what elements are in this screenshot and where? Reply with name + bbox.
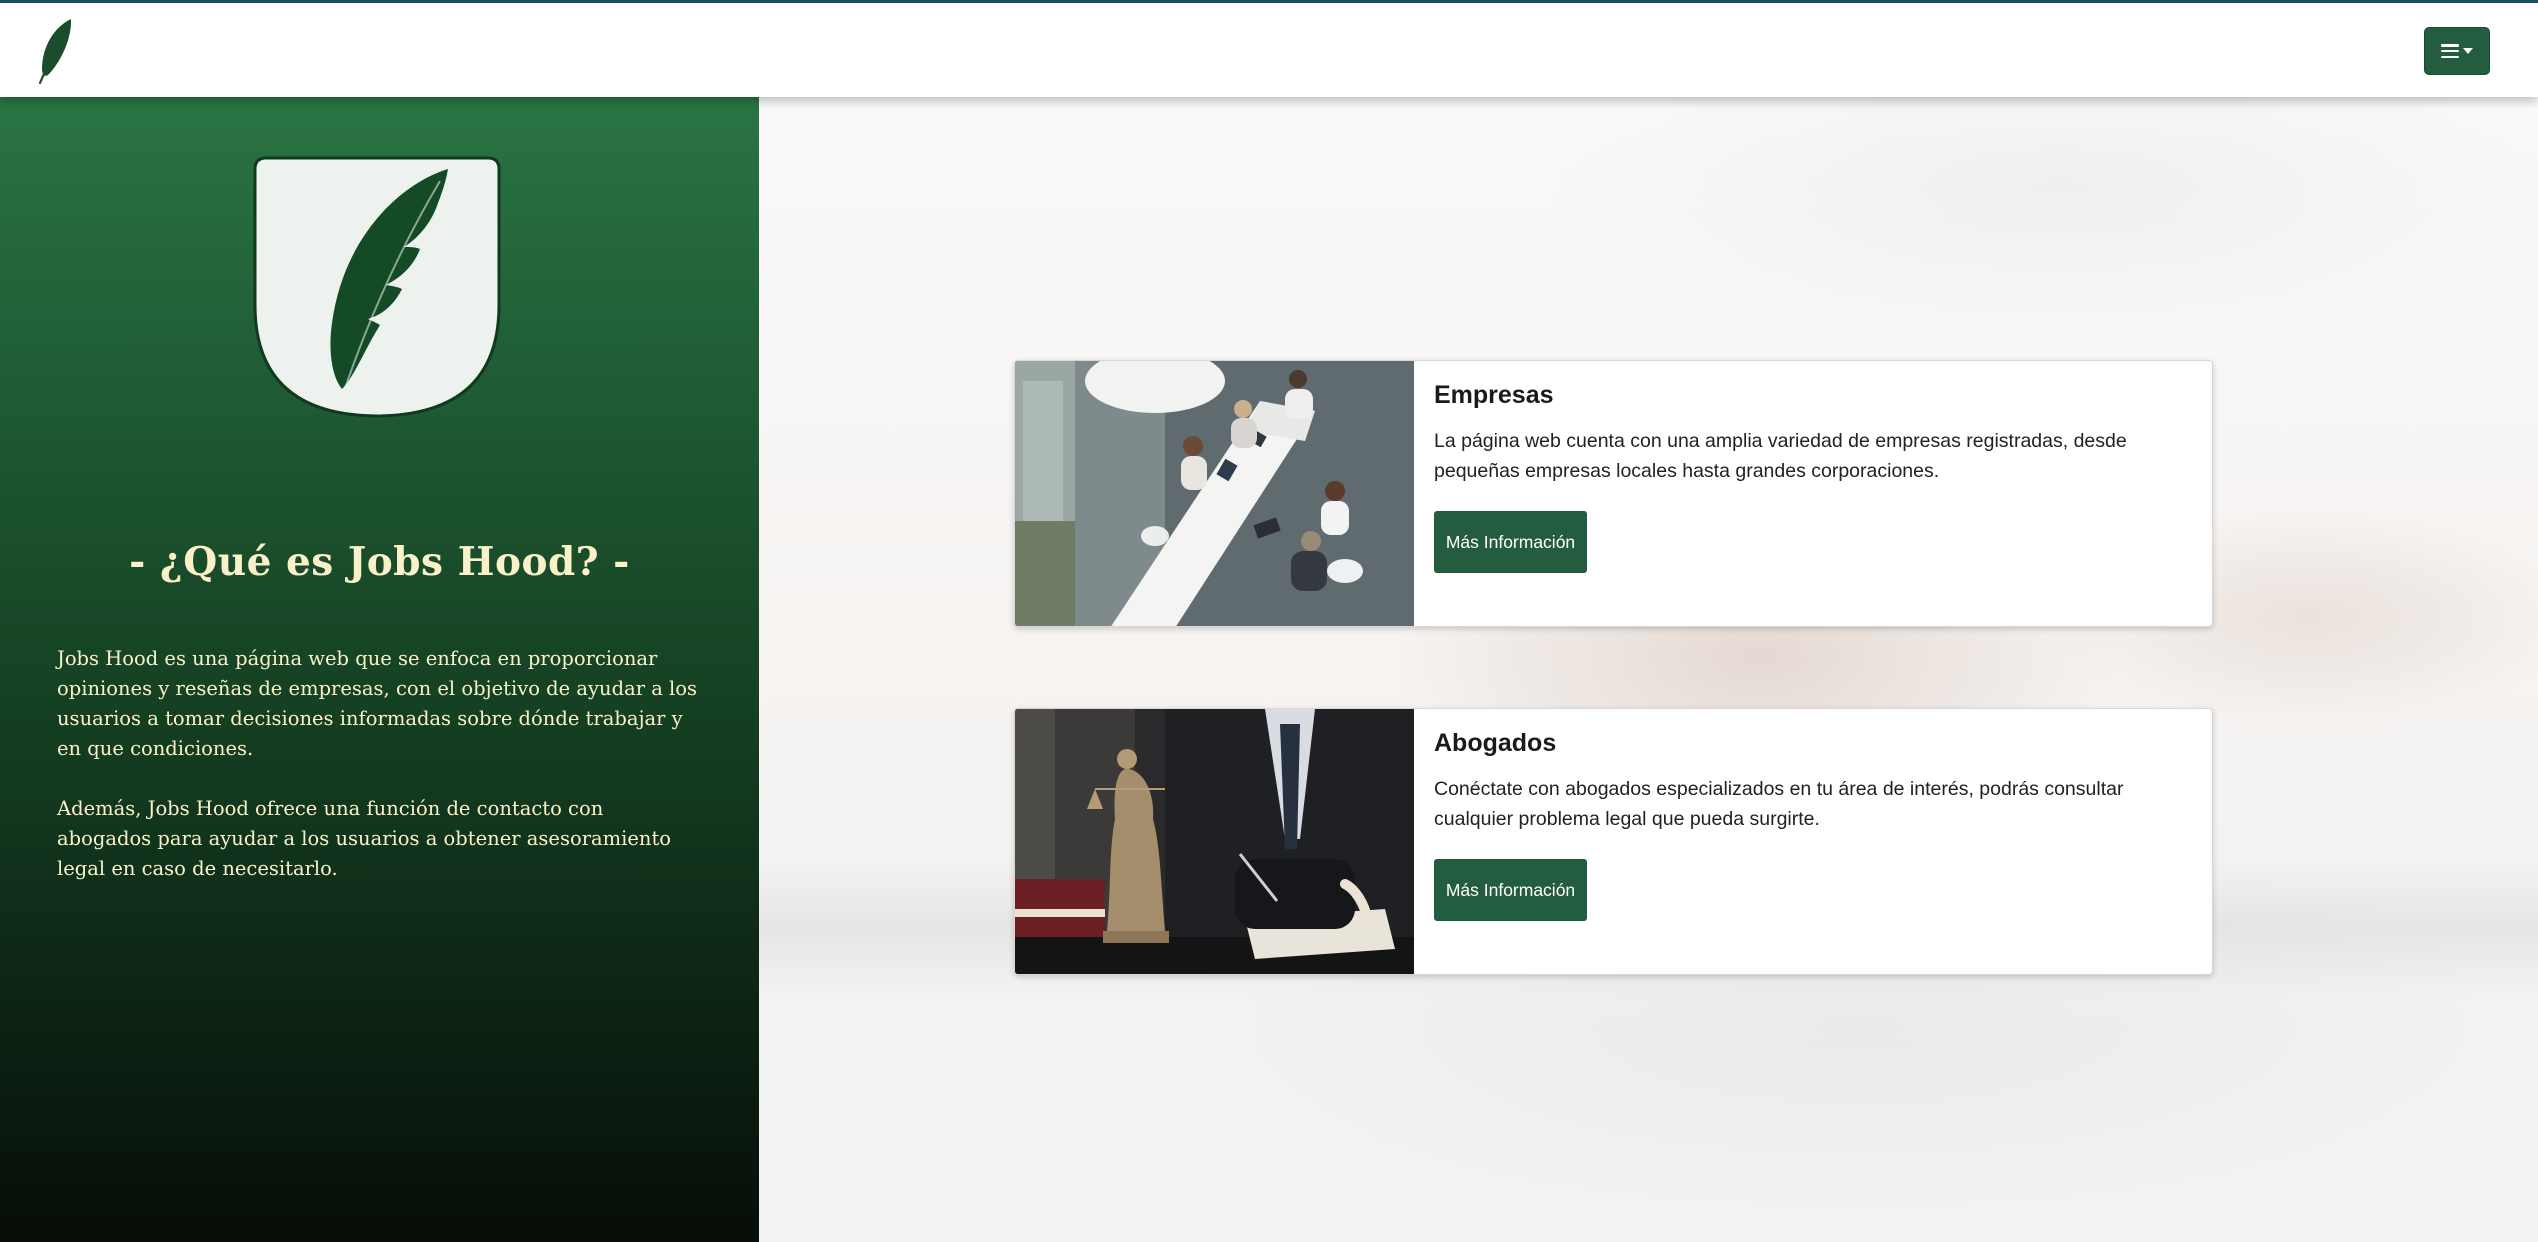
card-text: La página web cuenta con una amplia vari…: [1434, 430, 2127, 482]
main-content: [759, 97, 2538, 1242]
sidebar-title: - ¿Qué es Jobs Hood? -: [129, 539, 630, 585]
sidebar: - ¿Qué es Jobs Hood? - Jobs Hood es una …: [0, 97, 759, 1242]
menu-toggle-button[interactable]: [2424, 27, 2490, 75]
mas-informacion-abogados-button[interactable]: Más Información: [1434, 859, 1587, 921]
lawyer-justice-statue-photo: [1015, 709, 1414, 974]
sidebar-paragraph: Además, Jobs Hood ofrece una función de …: [57, 797, 672, 880]
card-text: Conéctate con abogados especializados en…: [1434, 778, 2124, 830]
feather-shield-icon: [253, 156, 501, 418]
sidebar-description: Jobs Hood es una página web que se enfoc…: [57, 644, 699, 884]
feather-icon[interactable]: [36, 17, 76, 85]
card-body: Empresas La página web cuenta con una am…: [1434, 381, 2174, 486]
mas-informacion-empresas-button[interactable]: Más Información: [1434, 511, 1587, 573]
card-title: Empresas: [1434, 381, 1554, 409]
card-abogados: Abogados Conéctate con abogados especial…: [1014, 708, 2213, 975]
caret-down-icon: [2463, 48, 2473, 54]
card-empresas: Empresas La página web cuenta con una am…: [1014, 360, 2213, 627]
card-title: Abogados: [1434, 729, 1557, 757]
sidebar-paragraph: Jobs Hood es una página web que se enfoc…: [57, 647, 698, 760]
card-body: Abogados Conéctate con abogados especial…: [1434, 729, 2174, 834]
hamburger-menu-icon: [2441, 44, 2459, 58]
business-meeting-photo: [1015, 361, 1414, 626]
top-navbar: [0, 0, 2538, 97]
